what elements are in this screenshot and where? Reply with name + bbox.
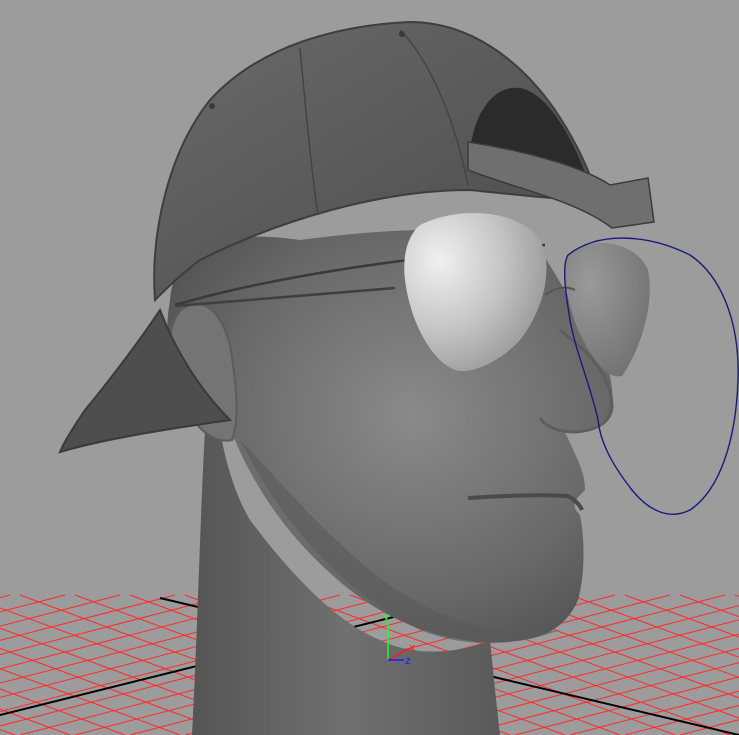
3d-viewport[interactable]: y x z [0, 0, 739, 735]
cap-rivet [209, 103, 215, 109]
axis-label-z: z [405, 654, 411, 667]
cap-rivet [399, 31, 405, 37]
axis-label-x: x [409, 641, 416, 654]
axis-label-y: y [383, 610, 390, 623]
